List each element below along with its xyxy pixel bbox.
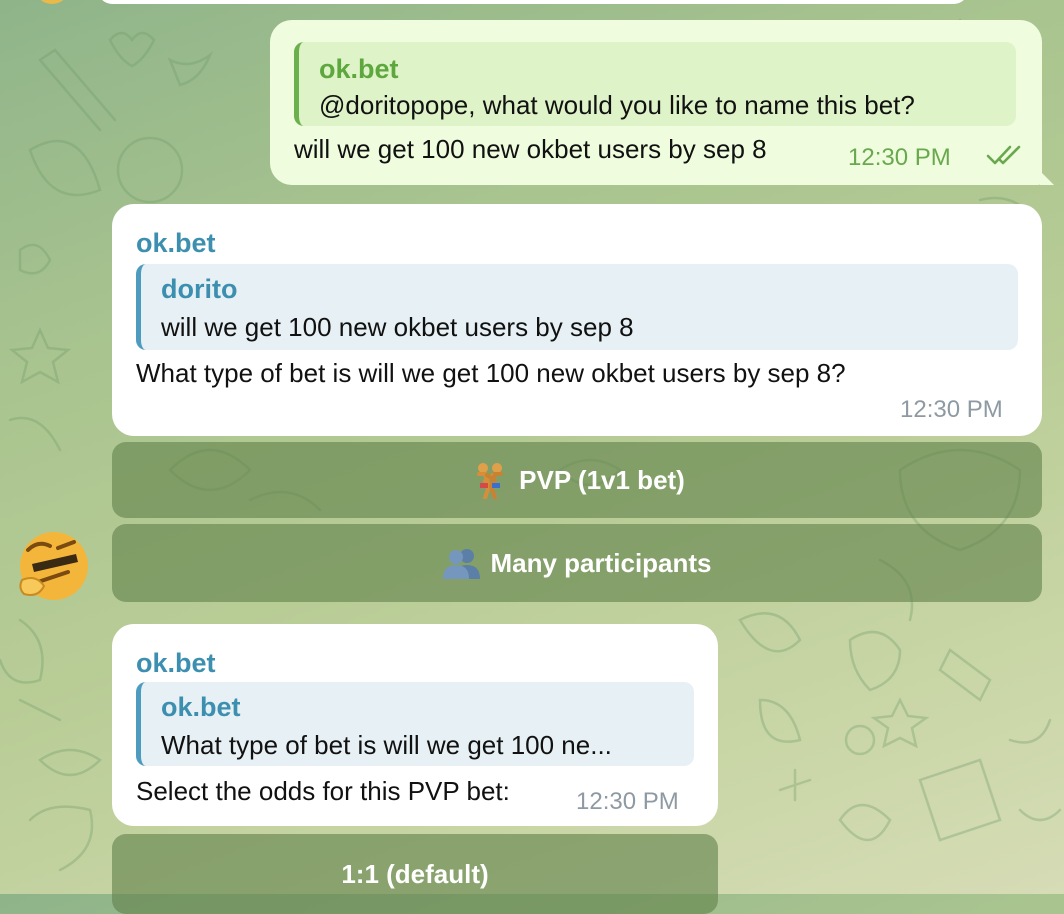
message-text: What type of bet is will we get 100 new … [136,358,846,388]
reply-text: will we get 100 new okbet users by sep 8 [161,312,634,342]
reply-text: What type of bet is will we get 100 ne..… [161,730,612,760]
message-time: 12:30 PM [848,144,951,171]
reply-quote[interactable]: ok.bet What type of bet is will we get 1… [136,682,694,766]
message-text: Select the odds for this PVP bet: [136,776,510,806]
message-time: 12:30 PM [900,396,1003,423]
double-check-icon [986,145,1021,165]
sender-name: ok.bet [136,228,216,258]
outgoing-message-bubble[interactable]: ok.bet @doritopope, what would you like … [270,20,1054,185]
thinking-face-avatar-icon[interactable] [18,530,90,602]
wrestlers-emoji-icon [477,463,504,499]
reply-sender: ok.bet [319,54,399,84]
many-participants-button[interactable]: Many participants [112,524,1042,602]
previous-avatar [34,0,70,4]
reply-quote[interactable]: dorito will we get 100 new okbet users b… [136,264,1018,350]
reply-sender: ok.bet [161,692,241,722]
bubble-tail [1040,171,1054,185]
message-text: will we get 100 new okbet users by sep 8 [294,134,767,164]
people-emoji-icon [443,549,481,579]
reply-sender: dorito [161,274,238,304]
reply-quote[interactable]: ok.bet @doritopope, what would you like … [294,42,1016,126]
message-time: 12:30 PM [576,788,679,815]
incoming-message-bubble[interactable]: ok.bet ok.bet What type of bet is will w… [112,624,718,826]
previous-message-bubble [98,0,968,4]
odds-default-button[interactable]: 1:1 (default) [112,834,718,914]
pvp-bet-button[interactable]: PVP (1v1 bet) [112,442,1042,518]
button-label: 1:1 (default) [341,858,489,889]
reply-text: @doritopope, what would you like to name… [319,90,915,120]
button-label: Many participants [490,547,712,578]
incoming-message-bubble[interactable]: ok.bet dorito will we get 100 new okbet … [112,204,1042,436]
sender-name: ok.bet [136,648,216,678]
button-label: PVP (1v1 bet) [519,464,685,495]
